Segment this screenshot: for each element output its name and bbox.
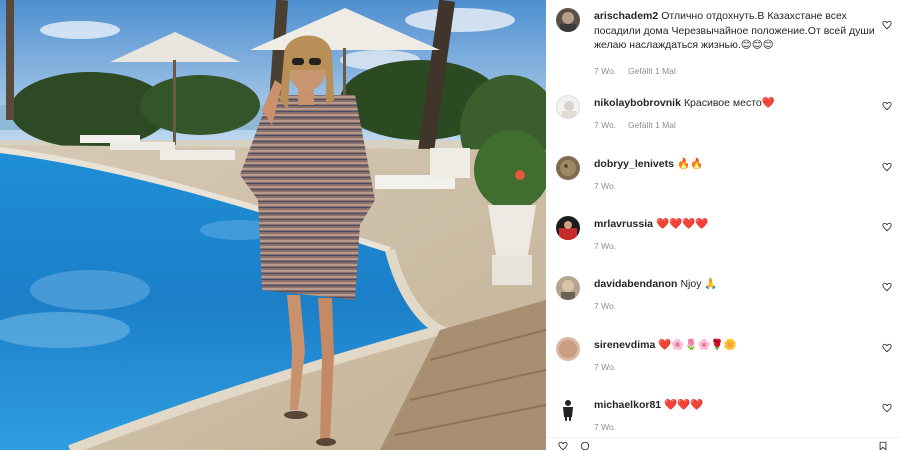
comment-body: Njoy 🙏 [680,278,718,290]
comment-item: mrlavrussia ❤️❤️❤️❤️ 7 Wo. [556,216,900,272]
comment-body: ❤️❤️❤️❤️ [655,218,709,230]
heart-outline-icon[interactable] [882,222,892,232]
comment-meta: 7 Wo. [594,181,628,191]
comment-meta: 7 Wo. [594,362,628,372]
comment-text-block: nikolaybobrovnik Красивое место❤️ [594,96,876,111]
comment-username[interactable]: mrlavrussia [594,218,653,230]
comment-meta: 7 Wo. [594,241,628,251]
comment-text-block: sirenevdima ❤️🌸🌷🌸🌹🌼 [594,338,876,353]
comment-age[interactable]: 7 Wo. [594,241,616,251]
comment-item: dobryy_lenivets 🔥🔥 7 Wo. [556,156,900,212]
bookmark-icon[interactable] [878,441,888,450]
comment-text-block: michaelkor81 ❤️❤️❤️ [594,398,876,413]
comment-meta: 7 Wo. Gefällt 1 Mal [594,66,688,76]
comment-age[interactable]: 7 Wo. [594,66,616,76]
comment-meta: 7 Wo. [594,422,628,432]
comment-age[interactable]: 7 Wo. [594,181,616,191]
heart-outline-icon[interactable] [558,441,568,450]
comment-text-block: mrlavrussia ❤️❤️❤️❤️ [594,217,876,232]
comment-username[interactable]: michaelkor81 [594,399,661,411]
avatar[interactable] [556,156,580,180]
comment-body: ❤️🌸🌷🌸🌹🌼 [658,339,737,351]
comment-body: Красивое место❤️ [683,97,775,109]
comment-text-block: arischadem2 Отлично отдохнуть.В Казахстан… [594,9,876,53]
comment-body: ❤️❤️❤️ [664,399,704,411]
heart-outline-icon[interactable] [882,101,892,111]
comment-age[interactable]: 7 Wo. [594,120,616,130]
heart-outline-icon[interactable] [882,20,892,30]
heart-outline-icon[interactable] [882,343,892,353]
avatar[interactable] [556,276,580,300]
comment-item: nikolaybobrovnik Красивое место❤️ 7 Wo. Ge… [556,95,900,151]
comment-username[interactable]: sirenevdima [594,339,655,351]
comment-item: davidabendanon Njoy 🙏 7 Wo. [556,276,900,332]
post-photo[interactable] [0,0,546,450]
comment-meta: 7 Wo. Gefällt 1 Mal [594,120,688,130]
photo-scene [0,0,546,450]
comment-text-block: davidabendanon Njoy 🙏 [594,277,876,292]
comment-username[interactable]: nikolaybobrovnik [594,97,681,109]
comment-likes[interactable]: Gefällt 1 Mal [628,66,676,76]
comment-meta: 7 Wo. [594,301,628,311]
avatar[interactable] [556,8,580,32]
avatar[interactable] [556,95,580,119]
comment-item: sirenevdima ❤️🌸🌷🌸🌹🌼 7 Wo. [556,337,900,393]
action-bar [546,437,900,450]
avatar[interactable] [556,216,580,240]
comment-item: arischadem2 Отлично отдохнуть.В Казахстан… [556,8,900,78]
comment-icon[interactable] [580,441,590,450]
comment-age[interactable]: 7 Wo. [594,301,616,311]
comment-username[interactable]: davidabendanon [594,278,677,290]
comment-username[interactable]: arischadem2 [594,10,658,22]
comment-text-block: dobryy_lenivets 🔥🔥 [594,157,876,172]
heart-outline-icon[interactable] [882,162,892,172]
heart-outline-icon[interactable] [882,403,892,413]
comment-age[interactable]: 7 Wo. [594,362,616,372]
comment-username[interactable]: dobryy_lenivets [594,158,674,170]
comment-likes[interactable]: Gefällt 1 Mal [628,120,676,130]
heart-outline-icon[interactable] [882,282,892,292]
comments-panel: arischadem2 Отлично отдохнуть.В Казахстан… [546,0,900,450]
comment-body: 🔥🔥 [676,158,704,170]
avatar[interactable] [556,397,580,421]
comment-age[interactable]: 7 Wo. [594,422,616,432]
avatar[interactable] [556,337,580,361]
